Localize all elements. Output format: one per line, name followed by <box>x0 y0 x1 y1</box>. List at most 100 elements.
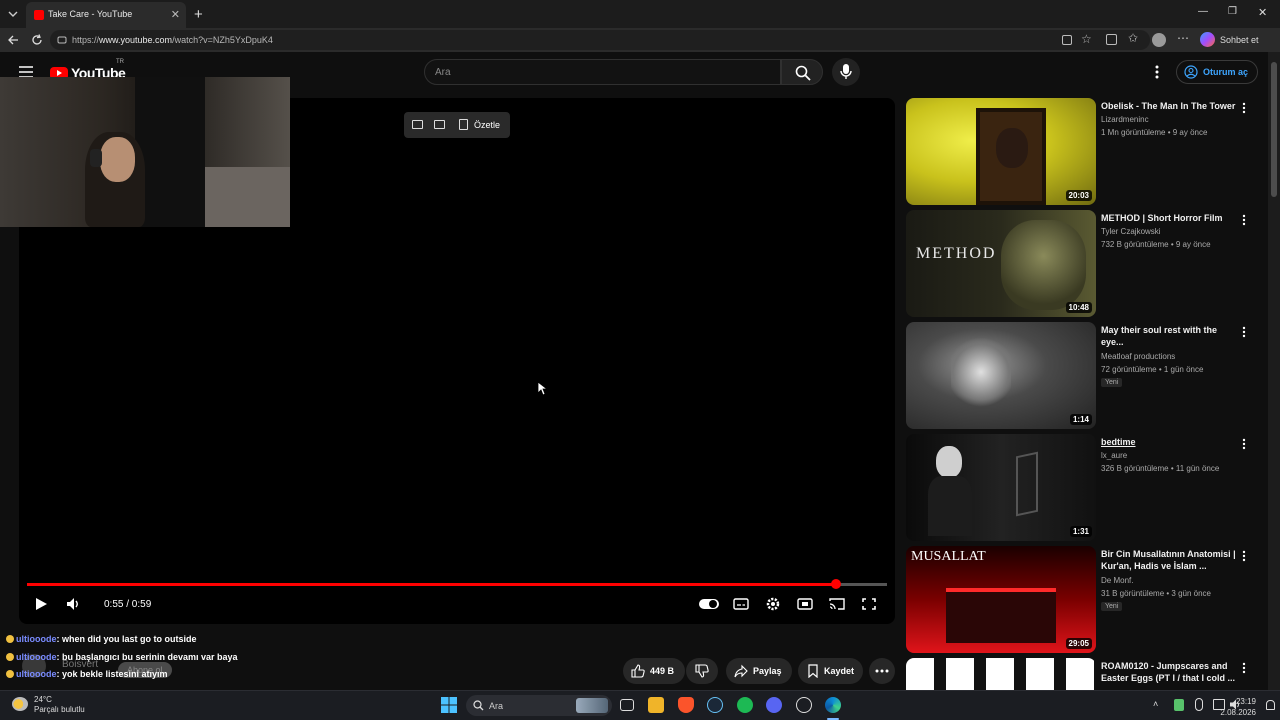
video-title[interactable]: METHOD | Short Horror Film <box>1101 212 1236 224</box>
share-button[interactable]: Paylaş <box>726 658 792 684</box>
video-more-icon[interactable] <box>1242 214 1246 226</box>
restore-window-icon[interactable]: ❐ <box>1228 6 1237 17</box>
chat-badge-icon <box>6 635 14 643</box>
video-title[interactable]: Obelisk - The Man In The Tower <box>1101 100 1236 112</box>
video-thumbnail[interactable]: 1:14 <box>906 322 1096 429</box>
reload-icon[interactable] <box>30 33 44 47</box>
video-title[interactable]: bedtime <box>1101 436 1236 448</box>
settings-more-icon[interactable] <box>1154 64 1160 80</box>
video-thumbnail[interactable]: MUSALLAT 29:05 <box>906 546 1096 653</box>
summarize-icon[interactable] <box>459 119 468 130</box>
fullscreen-icon[interactable] <box>860 596 878 612</box>
recommended-video[interactable]: MUSALLAT 29:05 Bir Cin Musallatının Anat… <box>906 546 1266 654</box>
tab-list-dropdown-icon[interactable] <box>6 7 20 21</box>
windows-start-icon[interactable] <box>441 697 457 713</box>
screenshot-icon[interactable] <box>434 120 445 129</box>
recommended-video[interactable]: ROAM0120 - Jumpscares and Easter Eggs (P… <box>906 658 1266 690</box>
copilot-label[interactable]: Sohbet et <box>1220 35 1259 45</box>
channel-name[interactable]: Tyler Czajkowski <box>1101 227 1161 236</box>
signin-button[interactable]: Oturum aç <box>1176 60 1258 84</box>
spotify-icon[interactable] <box>737 697 753 713</box>
settings-gear-icon[interactable] <box>764 596 782 612</box>
save-button[interactable]: Kaydet <box>798 658 863 684</box>
more-menu-icon[interactable]: ⋯ <box>1177 31 1189 45</box>
recommended-video[interactable]: METHOD 10:48 METHOD | Short Horror Film … <box>906 210 1266 318</box>
steam-icon[interactable] <box>707 697 723 713</box>
progress-scrubber[interactable] <box>831 579 842 589</box>
thumbnail-text: MUSALLAT <box>911 549 986 564</box>
video-title[interactable]: ROAM0120 - Jumpscares and Easter Eggs (P… <box>1101 660 1236 684</box>
video-more-icon[interactable] <box>1242 438 1246 450</box>
new-tab-icon[interactable]: + <box>194 6 203 23</box>
copilot-icon[interactable] <box>1200 32 1215 47</box>
back-icon[interactable] <box>6 33 20 47</box>
scrollbar-thumb[interactable] <box>1271 62 1277 197</box>
weather-icon[interactable] <box>12 697 28 711</box>
channel-name[interactable]: Lizardmeninc <box>1101 115 1149 124</box>
video-meta: 1 Mn görüntüleme • 9 ay önce <box>1101 128 1208 137</box>
volume-icon[interactable] <box>65 596 83 612</box>
picture-in-picture-icon[interactable] <box>412 120 423 129</box>
channel-name[interactable]: Meatloaf productions <box>1101 352 1175 361</box>
task-view-icon[interactable] <box>620 699 634 711</box>
mouse-cursor-icon <box>537 381 547 396</box>
chat-message: ultiooode: yok bekle listesini atıyım <box>6 669 168 679</box>
voice-search-button[interactable] <box>832 58 860 86</box>
progress-bar[interactable] <box>27 579 887 589</box>
file-explorer-icon[interactable] <box>648 697 664 713</box>
taskbar-clock[interactable]: 23:19 2.08.2026 <box>1220 696 1256 718</box>
search-input[interactable]: Ara <box>424 59 781 85</box>
video-thumbnail[interactable]: METHOD 10:48 <box>906 210 1096 317</box>
like-button[interactable]: 449 B <box>623 658 685 684</box>
video-more-icon[interactable] <box>1242 550 1246 562</box>
video-more-icon[interactable] <box>1242 102 1246 114</box>
video-thumbnail[interactable]: 20:03 <box>906 98 1096 205</box>
video-more-icon[interactable] <box>1242 662 1246 674</box>
brave-browser-icon[interactable] <box>678 697 694 713</box>
browser-tab[interactable]: Take Care - YouTube ✕ <box>26 2 186 28</box>
recommended-video[interactable]: 1:14 May their soul rest with the eye...… <box>906 322 1266 430</box>
recommended-video[interactable]: 20:03 Obelisk - The Man In The Tower Liz… <box>906 98 1266 206</box>
app-available-icon[interactable] <box>1062 35 1072 45</box>
favorite-star-icon[interactable]: ☆ <box>1081 32 1092 46</box>
notification-bell-icon[interactable] <box>1266 700 1275 710</box>
site-info-icon[interactable] <box>57 35 67 45</box>
chatgpt-icon[interactable] <box>796 697 812 713</box>
tray-chevron-icon[interactable]: ˄ <box>1153 699 1158 709</box>
profile-avatar[interactable] <box>1152 33 1166 47</box>
subtitles-icon[interactable] <box>732 596 750 612</box>
favorites-icon[interactable]: ✩ <box>1128 31 1138 45</box>
close-tab-icon[interactable]: ✕ <box>171 8 180 21</box>
discord-icon[interactable] <box>766 697 782 713</box>
webcam-face <box>100 137 135 182</box>
dislike-button[interactable] <box>686 658 718 684</box>
recommended-video[interactable]: 1:31 bedtime lx_aure 326 B görüntüleme •… <box>906 434 1266 542</box>
theater-mode-icon[interactable] <box>796 596 814 612</box>
minimize-window-icon[interactable]: — <box>1198 6 1208 17</box>
autoplay-toggle[interactable] <box>698 596 720 612</box>
edge-browser-icon[interactable] <box>825 697 841 713</box>
video-title[interactable]: May their soul rest with the eye... <box>1101 324 1236 348</box>
more-actions-button[interactable] <box>869 658 895 684</box>
channel-name[interactable]: De Monf. <box>1101 576 1133 585</box>
video-thumbnail[interactable]: 1:31 <box>906 434 1096 541</box>
taskbar-search[interactable]: Ara <box>466 695 612 716</box>
weather-widget[interactable]: 24°C Parçalı bulutlu <box>34 695 85 715</box>
extensions-icon[interactable] <box>1106 34 1117 45</box>
channel-name[interactable]: lx_aure <box>1101 451 1127 460</box>
tray-app-icon[interactable] <box>1174 699 1184 711</box>
summarize-label[interactable]: Özetle <box>474 120 500 130</box>
close-window-icon[interactable]: ✕ <box>1258 6 1267 19</box>
video-more-icon[interactable] <box>1242 326 1246 338</box>
share-label: Paylaş <box>753 666 782 676</box>
video-title[interactable]: Bir Cin Musallatının Anatomisi | Kur'an,… <box>1101 548 1236 572</box>
tray-mic-icon[interactable] <box>1195 698 1203 711</box>
address-field[interactable]: https://www.youtube.com/watch?v=NZh5YxDp… <box>50 30 1150 50</box>
cast-icon[interactable] <box>828 596 846 612</box>
play-button[interactable] <box>33 596 51 612</box>
search-placeholder: Ara <box>435 67 451 78</box>
page-scrollbar[interactable] <box>1268 52 1280 690</box>
search-button[interactable] <box>781 59 823 85</box>
video-thumbnail[interactable] <box>906 658 1096 690</box>
region-code: TR <box>116 59 124 65</box>
